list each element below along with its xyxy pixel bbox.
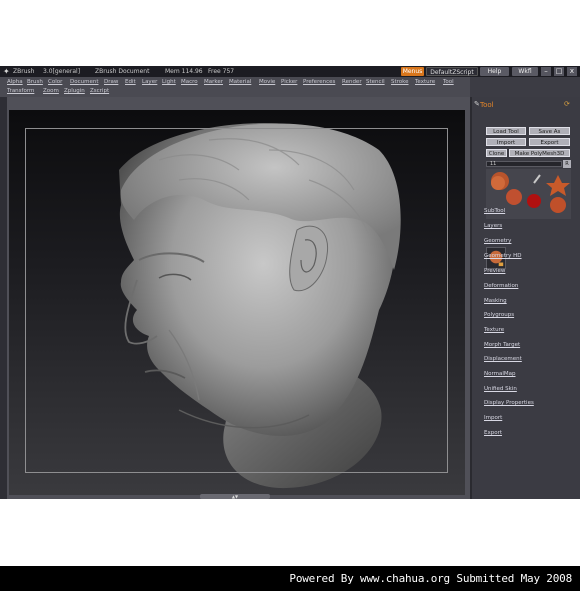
clone-button[interactable]: Clone: [486, 149, 507, 157]
subpalette-export[interactable]: Export: [484, 430, 502, 436]
subpalette-import[interactable]: Import: [484, 415, 502, 421]
layout-button[interactable]: Wkfl: [512, 67, 538, 76]
menu-marker[interactable]: Marker: [204, 79, 223, 85]
menu-preferences[interactable]: Preferences: [303, 79, 335, 85]
menu-bar: Alpha Brush Color Document Draw Edit Lay…: [0, 77, 470, 97]
menu-bar-tray: [470, 77, 580, 97]
app-version: 3.0[general]: [43, 68, 81, 75]
credit-footer: Powered By www.chahua.org Submitted May …: [0, 566, 580, 591]
palette-pin-icon[interactable]: ⟳: [564, 100, 570, 108]
bottom-shelf-toggle[interactable]: ▲▼: [200, 494, 270, 499]
minimize-button[interactable]: –: [541, 67, 551, 76]
subpalette-geometry-hd[interactable]: Geometry HD: [484, 253, 522, 259]
menu-draw[interactable]: Draw: [104, 79, 118, 85]
menu-zoom[interactable]: Zoom: [43, 88, 59, 94]
subpalette-normalmap[interactable]: NormalMap: [484, 371, 516, 377]
document-canvas[interactable]: [9, 110, 465, 495]
subpalette-deformation[interactable]: Deformation: [484, 283, 518, 289]
menu-macro[interactable]: Macro: [181, 79, 198, 85]
subpalette-polygroups[interactable]: Polygroups: [484, 312, 514, 318]
menu-brush[interactable]: Brush: [27, 79, 43, 85]
menu-material[interactable]: Material: [229, 79, 251, 85]
menu-stencil[interactable]: Stencil: [366, 79, 385, 85]
subpalette-preview[interactable]: Preview: [484, 268, 505, 274]
menu-document[interactable]: Document: [70, 79, 99, 85]
menu-zplugin[interactable]: Zplugin: [64, 88, 85, 94]
default-zscript-button[interactable]: DefaultZScript: [426, 67, 478, 76]
credit-text: Powered By www.chahua.org Submitted May …: [289, 572, 572, 585]
free-readout: Free 757: [208, 68, 235, 75]
menu-light[interactable]: Light: [162, 79, 176, 85]
memory-readout: Mem 114.96: [165, 68, 203, 75]
menu-zscript[interactable]: Zscript: [90, 88, 109, 94]
subpalette-unified-skin[interactable]: Unified Skin: [484, 386, 517, 392]
menu-edit[interactable]: Edit: [125, 79, 136, 85]
subpalette-morph-target[interactable]: Morph Target: [484, 342, 520, 348]
left-shelf: [0, 97, 7, 499]
menu-stroke[interactable]: Stroke: [391, 79, 409, 85]
load-tool-button[interactable]: Load Tool: [486, 127, 526, 135]
menu-movie[interactable]: Movie: [259, 79, 275, 85]
subpalette-texture[interactable]: Texture: [484, 327, 504, 333]
tool-slider-r-button[interactable]: R: [563, 160, 571, 168]
make-polymesh-button[interactable]: Make PolyMesh3D: [509, 149, 570, 157]
tool-slider-value: 11: [490, 161, 497, 167]
menu-color[interactable]: Color: [48, 79, 62, 85]
menu-transform[interactable]: Transform: [7, 88, 34, 94]
export-button[interactable]: Export: [529, 138, 570, 146]
menu-layer[interactable]: Layer: [142, 79, 157, 85]
import-button[interactable]: Import: [486, 138, 526, 146]
app-name: ZBrush: [13, 68, 35, 75]
document-title: ZBrush Document: [95, 68, 150, 75]
tool-palette-title[interactable]: Tool: [480, 99, 494, 111]
zbrush-logo-icon: ✦: [3, 67, 10, 76]
subpalette-displacement[interactable]: Displacement: [484, 356, 522, 362]
document-bounds: [25, 128, 448, 473]
subpalette-layers[interactable]: Layers: [484, 223, 502, 229]
save-as-button[interactable]: Save As: [529, 127, 570, 135]
title-bar: ✦ ZBrush 3.0[general] ZBrush Document Me…: [0, 66, 580, 77]
subpalette-display-properties[interactable]: Display Properties: [484, 400, 534, 406]
menu-render[interactable]: Render: [342, 79, 362, 85]
tool-slider[interactable]: 11: [486, 161, 562, 167]
menu-picker[interactable]: Picker: [281, 79, 297, 85]
menu-alpha[interactable]: Alpha: [7, 79, 23, 85]
subpalette-subtool[interactable]: SubTool: [484, 208, 505, 214]
subpalette-geometry[interactable]: Geometry: [484, 238, 511, 244]
zbrush-window: ✦ ZBrush 3.0[general] ZBrush Document Me…: [0, 66, 580, 499]
maximize-button[interactable]: □: [554, 67, 564, 76]
menus-button[interactable]: Menus: [401, 67, 424, 76]
menu-texture[interactable]: Texture: [415, 79, 435, 85]
subpalette-masking[interactable]: Masking: [484, 298, 507, 304]
help-button[interactable]: Help: [480, 67, 509, 76]
close-button[interactable]: x: [567, 67, 577, 76]
menu-tool[interactable]: Tool: [443, 79, 454, 85]
